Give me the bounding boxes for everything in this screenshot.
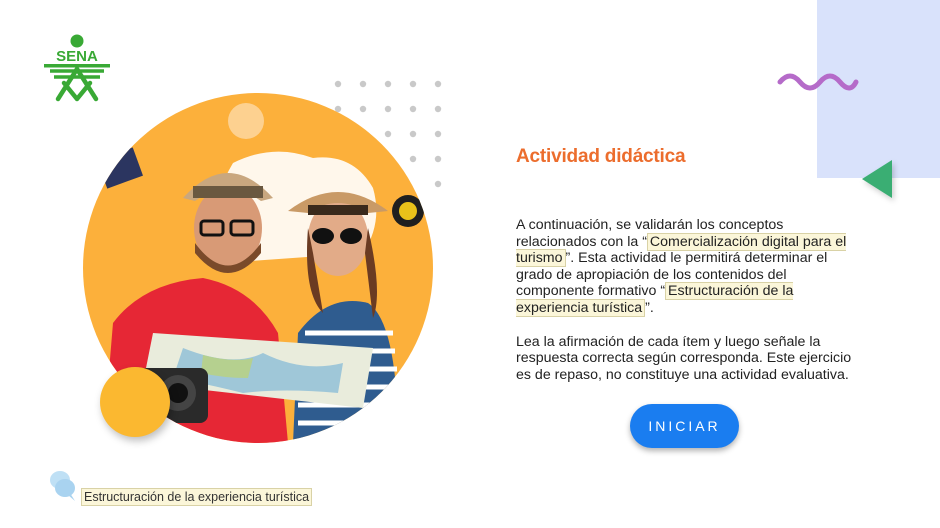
intro-paragraph: A continuación, se validarán los concept…	[516, 217, 861, 317]
activity-description: A continuación, se validarán los concept…	[516, 217, 861, 400]
start-button[interactable]: INICIAR	[630, 404, 739, 448]
intro-text-part3: ”.	[645, 299, 654, 316]
wave-decoration-icon	[777, 73, 859, 91]
yellow-circle-decoration	[100, 367, 170, 437]
triangle-decoration-icon	[862, 160, 892, 198]
component-footer-label: Estructuración de la experiencia turísti…	[81, 488, 313, 506]
instructions-paragraph: Lea la afirmación de cada ítem y luego s…	[516, 333, 852, 383]
page-title: Actividad didáctica	[516, 146, 686, 167]
logo-text: SENA	[56, 48, 98, 65]
peach-circle-decoration	[228, 103, 264, 139]
speech-bubble-icon	[50, 471, 75, 501]
